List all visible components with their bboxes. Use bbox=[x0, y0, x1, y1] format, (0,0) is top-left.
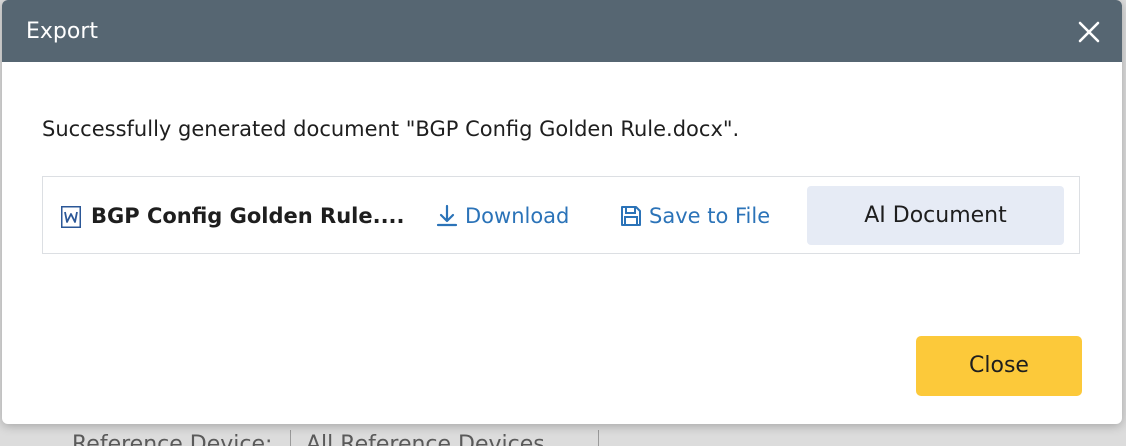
file-name: BGP Config Golden Rule.... bbox=[91, 204, 405, 228]
reference-device-label: Reference Device: bbox=[72, 432, 273, 446]
save-to-file-link[interactable]: Save to File bbox=[619, 200, 789, 232]
close-icon[interactable] bbox=[1074, 17, 1104, 47]
dialog-header: Export bbox=[2, 0, 1122, 62]
dialog-title: Export bbox=[26, 19, 99, 44]
generated-file-row: BGP Config Golden Rule.... Download Save… bbox=[42, 176, 1080, 254]
success-message: Successfully generated document "BGP Con… bbox=[42, 117, 740, 141]
download-link[interactable]: Download bbox=[435, 200, 585, 232]
download-icon bbox=[435, 204, 459, 228]
download-label: Download bbox=[465, 204, 570, 228]
export-dialog: Export Successfully generated document "… bbox=[2, 0, 1122, 424]
ai-document-button[interactable]: AI Document bbox=[807, 186, 1064, 245]
save-to-file-label: Save to File bbox=[649, 204, 771, 228]
reference-device-select: All Reference Devices bbox=[306, 432, 545, 446]
word-file-icon bbox=[61, 206, 81, 228]
close-button[interactable]: Close bbox=[916, 336, 1082, 396]
divider bbox=[598, 430, 599, 446]
floppy-disk-icon bbox=[619, 204, 643, 228]
divider bbox=[290, 430, 291, 446]
